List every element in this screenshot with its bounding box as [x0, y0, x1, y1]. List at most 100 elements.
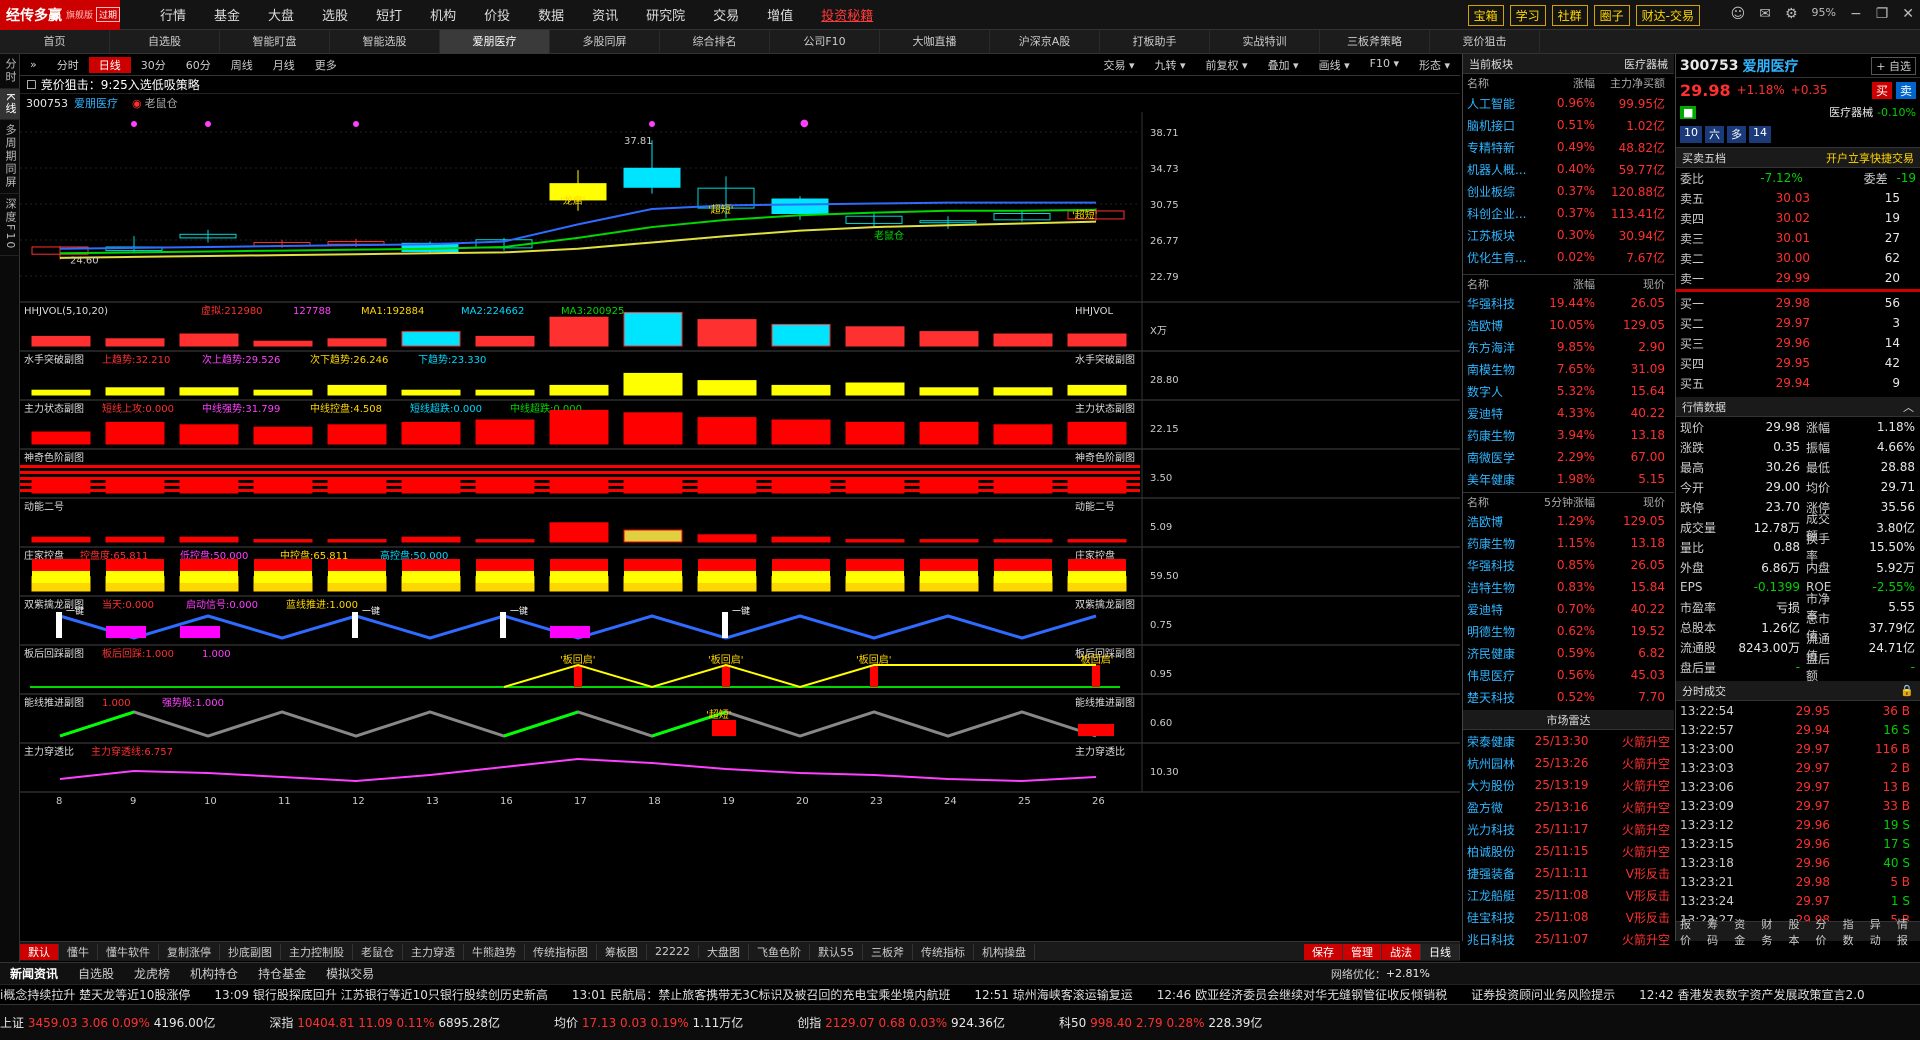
ticker-item-6[interactable]: 12:42 香港发表数字资产发展政策宣言2.0	[1639, 986, 1864, 1003]
list-item[interactable]: 药康生物 3.94% 13.18	[1463, 424, 1674, 446]
period-4[interactable]: 周线	[221, 57, 263, 73]
radar-item[interactable]: 硅宝科技 25/11:08 V形反击	[1463, 906, 1674, 928]
radar-name[interactable]: 盈方微	[1463, 799, 1535, 816]
toolbar-5[interactable]: F10 ▾	[1360, 57, 1409, 73]
quote-badge-3[interactable]: 14	[1749, 126, 1771, 143]
news-tab-2[interactable]: 龙虎榜	[124, 965, 180, 982]
toolbar-3[interactable]: 叠加 ▾	[1258, 57, 1309, 73]
menu-item-11[interactable]: 增值	[767, 5, 793, 24]
zoom-level[interactable]: 95%	[1812, 6, 1836, 22]
menu-item-6[interactable]: 价投	[484, 5, 510, 24]
news-ticker[interactable]: i概念持续拉升 楚天龙等近10股涨停 13:09 银行股探底回升 江苏银行等近10…	[0, 984, 1920, 1004]
menu-item-10[interactable]: 交易	[713, 5, 739, 24]
tab-3[interactable]: 智能选股	[330, 29, 440, 54]
index-item-4[interactable]: 科50 998.40 2.79 0.28% 228.39亿	[1059, 1014, 1262, 1031]
top-button-2[interactable]: 社群	[1551, 5, 1588, 26]
tab-1[interactable]: 自选股	[110, 29, 220, 54]
item-name[interactable]: 药康生物	[1463, 427, 1535, 444]
news-tab-0[interactable]: 新闻资讯	[0, 965, 68, 982]
list-item[interactable]: 江苏板块 0.30% 30.94亿	[1463, 224, 1674, 246]
leftbar-item-1[interactable]: K线	[0, 89, 20, 121]
list-item[interactable]: 机器人概... 0.40% 59.77亿	[1463, 158, 1674, 180]
ticker-item-0[interactable]: i概念持续拉升 楚天龙等近10股涨停	[0, 986, 190, 1003]
item-name[interactable]: 脑机接口	[1463, 117, 1535, 134]
menu-item-9[interactable]: 研究院	[646, 5, 685, 24]
leftbar-item-0[interactable]: 分时	[0, 54, 20, 89]
quote-tab-5[interactable]: 分价	[1812, 916, 1839, 948]
template-tab-0[interactable]: 默认	[20, 943, 59, 960]
item-name[interactable]: 药康生物	[1463, 535, 1535, 552]
item-name[interactable]: 人工智能	[1463, 95, 1535, 112]
minimize-icon[interactable]: −	[1850, 6, 1862, 22]
item-name[interactable]: 洁特生物	[1463, 579, 1535, 596]
radar-name[interactable]: 光力科技	[1463, 821, 1535, 838]
item-name[interactable]: 华强科技	[1463, 295, 1535, 312]
template-action-1[interactable]: 管理	[1343, 943, 1382, 960]
list-item[interactable]: 浩欧博 1.29% 129.05	[1463, 510, 1674, 532]
template-tab-13[interactable]: 飞鱼色阶	[749, 943, 810, 960]
quote-tab-2[interactable]: 资金	[1730, 916, 1757, 948]
item-name[interactable]: 南模生物	[1463, 361, 1535, 378]
sell-button[interactable]: 卖	[1895, 81, 1916, 99]
radar-name[interactable]: 硅宝科技	[1463, 909, 1535, 926]
toolbar-1[interactable]: 九转 ▾	[1145, 57, 1196, 73]
template-tab-6[interactable]: 老鼠仓	[353, 943, 403, 960]
index-item-3[interactable]: 创指 2129.07 0.68 0.03% 924.36亿	[797, 1014, 1005, 1031]
template-tab-11[interactable]: 22222	[647, 945, 699, 958]
template-tab-4[interactable]: 抄底副图	[220, 943, 281, 960]
news-tab-1[interactable]: 自选股	[68, 965, 124, 982]
radar-item[interactable]: 光力科技 25/11:17 火箭升空	[1463, 818, 1674, 840]
item-name[interactable]: 济民健康	[1463, 645, 1535, 662]
menu-item-7[interactable]: 数据	[538, 5, 564, 24]
list-item[interactable]: 华强科技 0.85% 26.05	[1463, 554, 1674, 576]
template-tab-14[interactable]: 默认55	[810, 943, 863, 960]
menu-item-0[interactable]: 行情	[160, 5, 186, 24]
item-name[interactable]: 爱迪特	[1463, 601, 1535, 618]
item-name[interactable]: 华强科技	[1463, 557, 1535, 574]
list-item[interactable]: 科创企业... 0.37% 113.41亿	[1463, 202, 1674, 224]
mail-icon[interactable]: ✉	[1759, 6, 1771, 22]
list-item[interactable]: 优化生育... 0.02% 7.67亿	[1463, 246, 1674, 268]
list-item[interactable]: 洁特生物 0.83% 15.84	[1463, 576, 1674, 598]
template-tab-17[interactable]: 机构操盘	[974, 943, 1035, 960]
radar-name[interactable]: 大为股份	[1463, 777, 1535, 794]
close-icon[interactable]: ✕	[1902, 6, 1914, 22]
item-name[interactable]: 浩欧博	[1463, 513, 1535, 530]
toolbar-2[interactable]: 前复权 ▾	[1196, 57, 1258, 73]
item-name[interactable]: 东方海洋	[1463, 339, 1535, 356]
top-button-0[interactable]: 宝箱	[1467, 5, 1504, 26]
list-item[interactable]: 济民健康 0.59% 6.82	[1463, 642, 1674, 664]
news-tab-3[interactable]: 机构持仓	[180, 965, 248, 982]
strategy-checkbox[interactable]: ☐	[26, 78, 37, 92]
app-logo[interactable]: 经传多赢 旗舰版 过期	[0, 0, 121, 30]
menu-item-5[interactable]: 机构	[430, 5, 456, 24]
tab-7[interactable]: 公司F10	[770, 29, 880, 54]
leftbar-item-2[interactable]: 多周期同屏	[0, 120, 20, 195]
stock-name[interactable]: 爱朋医疗	[74, 95, 118, 111]
radar-item[interactable]: 柏诚股份 25/11:15 火箭升空	[1463, 840, 1674, 862]
radar-item[interactable]: 江龙船艇 25/11:08 V形反击	[1463, 884, 1674, 906]
template-tab-8[interactable]: 牛熊趋势	[464, 943, 525, 960]
ticker-item-4[interactable]: 12:46 欧亚经济委员会继续对华无缝钢管征收反倾销税	[1157, 986, 1447, 1003]
list-item[interactable]: 明德生物 0.62% 19.52	[1463, 620, 1674, 642]
index-item-1[interactable]: 深指 10404.81 11.09 0.11% 6895.28亿	[269, 1014, 500, 1031]
quote-tab-1[interactable]: 筹码	[1703, 916, 1730, 948]
top-button-1[interactable]: 学习	[1509, 5, 1546, 26]
item-name[interactable]: 伟思医疗	[1463, 667, 1535, 684]
lock-icon[interactable]: 🔒	[1900, 684, 1914, 697]
template-tab-10[interactable]: 筹板图	[597, 943, 647, 960]
quote-tab-7[interactable]: 异动	[1866, 916, 1893, 948]
quote-tab-8[interactable]: 情报	[1893, 916, 1920, 948]
menu-item-4[interactable]: 短打	[376, 5, 402, 24]
radar-name[interactable]: 柏诚股份	[1463, 843, 1535, 860]
list-item[interactable]: 南微医学 2.29% 67.00	[1463, 446, 1674, 468]
menu-item-1[interactable]: 基金	[214, 5, 240, 24]
quote-tab-6[interactable]: 指数	[1839, 916, 1866, 948]
item-name[interactable]: 楚天科技	[1463, 689, 1535, 706]
radar-item[interactable]: 盈方微 25/13:16 火箭升空	[1463, 796, 1674, 818]
user-icon[interactable]: ☺	[1731, 6, 1746, 22]
list-item[interactable]: 浩欧博 10.05% 129.05	[1463, 314, 1674, 336]
top-button-3[interactable]: 圈子	[1593, 5, 1630, 26]
leftbar-item-3[interactable]: 深度F10	[0, 194, 20, 256]
list-item[interactable]: 专精特新 0.49% 48.82亿	[1463, 136, 1674, 158]
